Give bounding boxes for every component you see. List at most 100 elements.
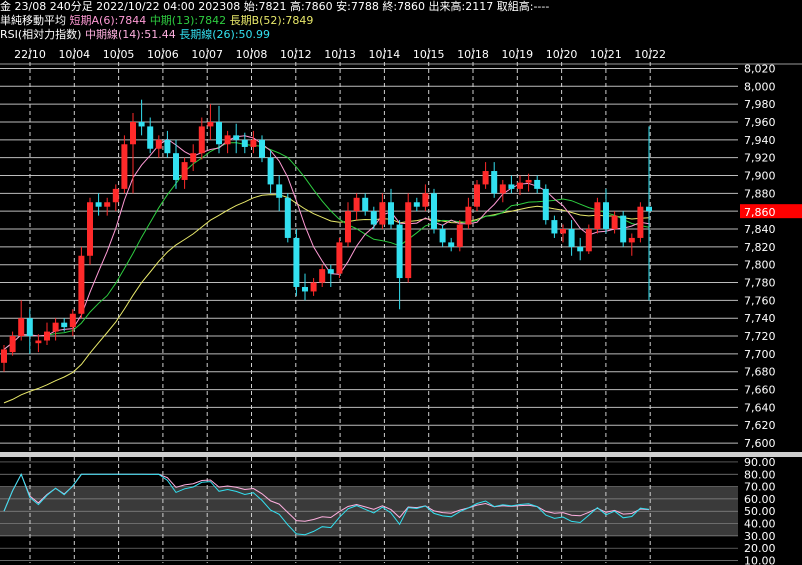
price-tick-label: 7,720 bbox=[744, 330, 776, 343]
candle-body bbox=[181, 162, 188, 180]
date-tick-label: 10/08 bbox=[236, 48, 268, 61]
candle-body bbox=[517, 182, 523, 189]
candle-body bbox=[302, 286, 308, 292]
price-tick-label: 7,840 bbox=[744, 223, 776, 236]
candle-body bbox=[491, 171, 498, 194]
candle-body bbox=[379, 202, 386, 225]
rsi-tick-label: 60.00 bbox=[744, 493, 776, 506]
price-tick-label: 8,000 bbox=[744, 80, 776, 93]
date-tick-label: 10/13 bbox=[324, 48, 356, 61]
date-tick-label: 10/21 bbox=[590, 48, 622, 61]
date-tick-label: 10/07 bbox=[191, 48, 223, 61]
candle-body bbox=[284, 197, 291, 238]
candle-body bbox=[198, 126, 205, 154]
y-axis: 8,020 8,000 7,980 7,960 7,940 7,920 7,900 7,880… bbox=[744, 62, 776, 450]
candle-body bbox=[259, 139, 265, 158]
candle-body bbox=[87, 202, 93, 256]
price-tick-label: 7,880 bbox=[744, 187, 776, 200]
candle-body bbox=[345, 211, 351, 243]
candle-body bbox=[499, 184, 506, 194]
candle-body bbox=[18, 318, 25, 337]
candle-body bbox=[551, 220, 558, 234]
price-tick-label: 7,820 bbox=[744, 241, 776, 254]
candle-body bbox=[190, 153, 197, 163]
candle-body bbox=[508, 184, 515, 189]
date-tick-label: 10/12 bbox=[280, 48, 312, 61]
price-tick-label: 7,700 bbox=[744, 348, 776, 361]
rsi-tick-label: 80.00 bbox=[744, 468, 776, 481]
candle-body bbox=[138, 121, 145, 127]
candle-body bbox=[439, 229, 446, 243]
candle-body bbox=[646, 206, 652, 212]
candle-body bbox=[456, 224, 463, 247]
candle-body bbox=[353, 197, 360, 212]
candle-body bbox=[542, 188, 549, 221]
candle-body bbox=[155, 139, 162, 149]
price-tick-label: 7,760 bbox=[744, 294, 776, 307]
candle-body bbox=[1, 349, 7, 363]
candle-body bbox=[370, 211, 377, 225]
candle-body bbox=[69, 313, 76, 328]
candle-body bbox=[250, 139, 257, 147]
date-tick-label: 10/19 bbox=[501, 48, 533, 61]
candle-body bbox=[611, 215, 618, 230]
candle-body bbox=[78, 255, 85, 314]
price-tick-label: 7,800 bbox=[744, 259, 776, 272]
candle-body bbox=[577, 246, 584, 252]
candle-body bbox=[173, 153, 179, 180]
candle-body bbox=[95, 202, 102, 207]
price-tick-label: 8,020 bbox=[744, 62, 776, 75]
date-tick-label: 10/05 bbox=[103, 48, 135, 61]
candle-body bbox=[388, 202, 394, 225]
rsi-tick-label: 20.00 bbox=[744, 542, 776, 555]
candle-body bbox=[52, 322, 59, 332]
candle-body bbox=[482, 171, 489, 185]
candle-body bbox=[147, 126, 154, 149]
date-tick-label: 10/04 bbox=[58, 48, 90, 61]
candle-body bbox=[130, 121, 136, 145]
candle-body bbox=[164, 139, 171, 154]
panel-divider bbox=[0, 452, 802, 457]
candle-body bbox=[233, 135, 240, 140]
candle-body bbox=[465, 206, 472, 225]
date-tick-label: 22/10 bbox=[14, 48, 46, 61]
candle-body bbox=[310, 282, 317, 292]
candle-body bbox=[628, 237, 635, 243]
candle-body bbox=[35, 340, 42, 344]
candle-body bbox=[216, 121, 222, 145]
x-axis: 22/10 10/04 10/05 10/06 10/07 10/08 10/12 10/13… bbox=[14, 48, 666, 61]
candle-body bbox=[525, 179, 532, 183]
candle-body bbox=[413, 202, 420, 207]
price-tick-label: 7,900 bbox=[744, 169, 776, 182]
candle-body bbox=[61, 322, 68, 328]
price-chart[interactable]: 8,020 8,000 7,980 7,960 7,940 7,920 7,900 7,880… bbox=[0, 0, 802, 565]
candle-body bbox=[448, 242, 455, 247]
date-tick-label: 10/15 bbox=[413, 48, 445, 61]
candle-body bbox=[224, 135, 231, 145]
price-tick-label: 7,960 bbox=[744, 116, 776, 129]
candles bbox=[1, 99, 652, 372]
candle-body bbox=[568, 229, 575, 247]
rsi-tick-label: 30.00 bbox=[744, 530, 776, 543]
candle-body bbox=[104, 202, 111, 207]
candle-body bbox=[594, 202, 601, 230]
candle-body bbox=[26, 318, 33, 337]
candle-body bbox=[293, 237, 300, 287]
candle-body bbox=[396, 224, 403, 279]
price-tick-label: 7,920 bbox=[744, 152, 776, 165]
candle-body bbox=[207, 121, 214, 127]
candle-body bbox=[560, 229, 566, 234]
price-tick-label: 7,660 bbox=[744, 384, 776, 397]
price-tick-label: 7,640 bbox=[744, 401, 776, 414]
price-tick-label: 7,740 bbox=[744, 312, 776, 325]
candle-body bbox=[241, 139, 248, 147]
ma-short-line bbox=[3, 135, 650, 350]
candle-body bbox=[585, 229, 592, 252]
candle-body bbox=[474, 184, 480, 207]
date-tick-label: 10/22 bbox=[634, 48, 666, 61]
rsi-tick-label: 90.00 bbox=[744, 456, 776, 469]
candle-body bbox=[422, 193, 429, 207]
candle-body bbox=[431, 193, 437, 230]
candle-body bbox=[44, 331, 50, 341]
candle-body bbox=[327, 269, 334, 274]
